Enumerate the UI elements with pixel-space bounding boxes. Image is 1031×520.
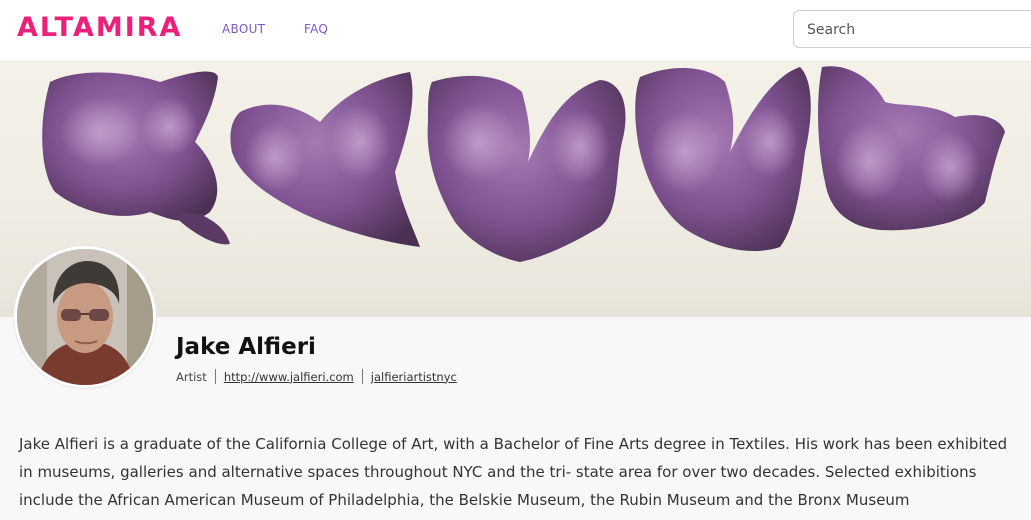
artist-name: Jake Alfieri	[176, 334, 316, 360]
altamira-logo[interactable]: ALTAMIRA	[17, 12, 182, 43]
artist-meta: Artist http://www.jalfieri.com jalfieria…	[176, 369, 457, 384]
meta-divider	[361, 369, 363, 384]
nav-faq-link[interactable]: FAQ	[304, 22, 328, 36]
artist-bio: Jake Alfieri is a graduate of the Califo…	[19, 435, 1008, 509]
profile-avatar[interactable]	[14, 246, 156, 388]
sculpture-artwork	[42, 66, 1005, 262]
artist-portrait	[17, 249, 153, 385]
meta-divider	[214, 369, 216, 384]
cover-image	[0, 62, 1031, 317]
website-link[interactable]: http://www.jalfieri.com	[224, 370, 354, 384]
artist-role: Artist	[176, 369, 207, 384]
handle-link[interactable]: jalfieriartistnyc	[371, 370, 457, 384]
search-input[interactable]	[807, 20, 1027, 40]
search-box[interactable]	[793, 10, 1031, 48]
nav-about-link[interactable]: ABOUT	[222, 22, 265, 36]
top-navbar: ALTAMIRA ABOUT FAQ	[0, 0, 1031, 62]
